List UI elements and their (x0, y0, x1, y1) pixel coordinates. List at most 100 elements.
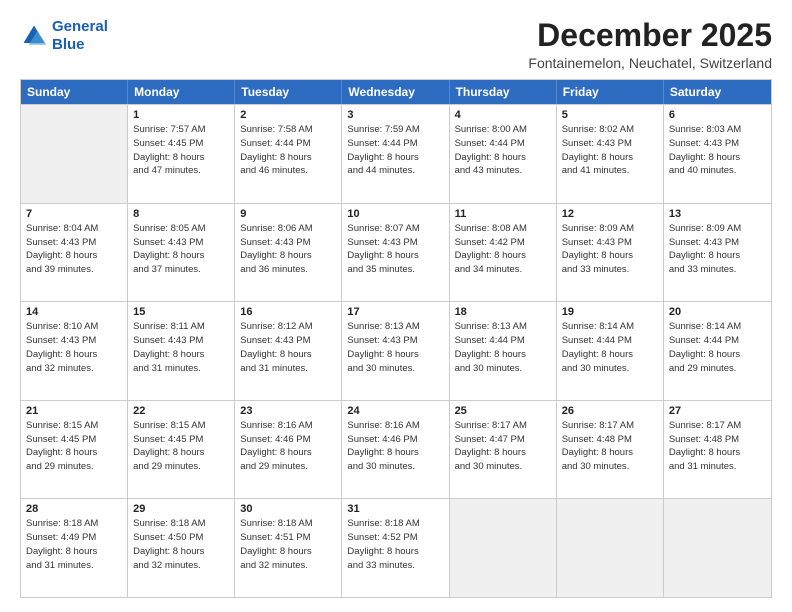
page: General Blue December 2025 Fontainemelon… (0, 0, 792, 612)
cal-cell: 14 Sunrise: 8:10 AM Sunset: 4:43 PM Dayli… (21, 302, 128, 400)
cal-cell: 26Sunrise: 8:17 AM Sunset: 4:48 PM Dayli… (557, 401, 664, 499)
header-day-saturday: Saturday (664, 80, 771, 104)
day-info: Sunrise: 8:09 AM Sunset: 4:43 PM Dayligh… (669, 222, 766, 277)
day-number: 6 (669, 109, 766, 121)
day-info: Sunrise: 8:08 AM Sunset: 4:42 PM Dayligh… (455, 222, 551, 277)
day-info: Sunrise: 8:18 AM Sunset: 4:49 PM Dayligh… (26, 517, 122, 572)
day-number: 4 (455, 109, 551, 121)
week-row-2: 7Sunrise: 8:04 AM Sunset: 4:43 PM Daylig… (21, 203, 771, 302)
cal-cell: 27Sunrise: 8:17 AM Sunset: 4:48 PM Dayli… (664, 401, 771, 499)
calendar: SundayMondayTuesdayWednesdayThursdayFrid… (20, 79, 772, 598)
day-info: Sunrise: 8:15 AM Sunset: 4:45 PM Dayligh… (133, 419, 229, 474)
title-block: December 2025 Fontainemelon, Neuchatel, … (528, 18, 772, 71)
day-number: 19 (562, 306, 658, 318)
cal-cell: 12Sunrise: 8:09 AM Sunset: 4:43 PM Dayli… (557, 204, 664, 302)
cal-cell: 23 Sunrise: 8:16 AM Sunset: 4:46 PM Dayli… (235, 401, 342, 499)
day-info: Sunrise: 8:00 AM Sunset: 4:44 PM Dayligh… (455, 123, 551, 178)
day-number: 21 (26, 405, 122, 417)
cal-cell: 25 Sunrise: 8:17 AM Sunset: 4:47 PM Dayli… (450, 401, 557, 499)
day-info: Sunrise: 8:05 AM Sunset: 4:43 PM Dayligh… (133, 222, 229, 277)
day-info: Sunrise: 8:17 AM Sunset: 4:48 PM Dayligh… (669, 419, 766, 474)
cal-cell: 6 Sunrise: 8:03 AM Sunset: 4:43 PM Daylig… (664, 105, 771, 203)
day-number: 20 (669, 306, 766, 318)
cal-cell: 4 Sunrise: 8:00 AM Sunset: 4:44 PM Daylig… (450, 105, 557, 203)
day-number: 10 (347, 208, 443, 220)
day-info: Sunrise: 8:15 AM Sunset: 4:45 PM Dayligh… (26, 419, 122, 474)
day-info: Sunrise: 8:10 AM Sunset: 4:43 PM Dayligh… (26, 320, 122, 375)
day-info: Sunrise: 8:18 AM Sunset: 4:52 PM Dayligh… (347, 517, 443, 572)
cal-cell: 17 Sunrise: 8:13 AM Sunset: 4:43 PM Dayli… (342, 302, 449, 400)
cal-cell: 21 Sunrise: 8:15 AM Sunset: 4:45 PM Dayli… (21, 401, 128, 499)
day-number: 12 (562, 208, 658, 220)
header-day-tuesday: Tuesday (235, 80, 342, 104)
day-info: Sunrise: 8:16 AM Sunset: 4:46 PM Dayligh… (347, 419, 443, 474)
day-number: 30 (240, 503, 336, 515)
cal-cell: 30Sunrise: 8:18 AM Sunset: 4:51 PM Dayli… (235, 499, 342, 597)
logo: General Blue (20, 18, 108, 54)
day-number: 1 (133, 109, 229, 121)
header: General Blue December 2025 Fontainemelon… (20, 18, 772, 71)
day-number: 22 (133, 405, 229, 417)
day-number: 13 (669, 208, 766, 220)
day-number: 16 (240, 306, 336, 318)
cal-cell: 8 Sunrise: 8:05 AM Sunset: 4:43 PM Daylig… (128, 204, 235, 302)
cal-cell: 5 Sunrise: 8:02 AM Sunset: 4:43 PM Daylig… (557, 105, 664, 203)
day-info: Sunrise: 7:57 AM Sunset: 4:45 PM Dayligh… (133, 123, 229, 178)
cal-cell: 29Sunrise: 8:18 AM Sunset: 4:50 PM Dayli… (128, 499, 235, 597)
cal-cell: 15Sunrise: 8:11 AM Sunset: 4:43 PM Dayli… (128, 302, 235, 400)
month-title: December 2025 (528, 18, 772, 53)
day-info: Sunrise: 8:12 AM Sunset: 4:43 PM Dayligh… (240, 320, 336, 375)
logo-line1: General (52, 18, 108, 35)
header-day-sunday: Sunday (21, 80, 128, 104)
day-number: 24 (347, 405, 443, 417)
calendar-body: 1 Sunrise: 7:57 AM Sunset: 4:45 PM Daylig… (21, 104, 771, 597)
day-info: Sunrise: 8:03 AM Sunset: 4:43 PM Dayligh… (669, 123, 766, 178)
day-number: 8 (133, 208, 229, 220)
day-info: Sunrise: 8:02 AM Sunset: 4:43 PM Dayligh… (562, 123, 658, 178)
day-info: Sunrise: 8:17 AM Sunset: 4:47 PM Dayligh… (455, 419, 551, 474)
cal-cell (450, 499, 557, 597)
cal-cell: 13 Sunrise: 8:09 AM Sunset: 4:43 PM Dayli… (664, 204, 771, 302)
day-number: 17 (347, 306, 443, 318)
week-row-3: 14 Sunrise: 8:10 AM Sunset: 4:43 PM Dayli… (21, 301, 771, 400)
day-number: 15 (133, 306, 229, 318)
cal-cell: 22 Sunrise: 8:15 AM Sunset: 4:45 PM Dayli… (128, 401, 235, 499)
day-info: Sunrise: 8:16 AM Sunset: 4:46 PM Dayligh… (240, 419, 336, 474)
day-number: 14 (26, 306, 122, 318)
day-number: 18 (455, 306, 551, 318)
day-number: 29 (133, 503, 229, 515)
day-info: Sunrise: 8:14 AM Sunset: 4:44 PM Dayligh… (669, 320, 766, 375)
day-number: 25 (455, 405, 551, 417)
day-info: Sunrise: 8:06 AM Sunset: 4:43 PM Dayligh… (240, 222, 336, 277)
day-number: 3 (347, 109, 443, 121)
logo-icon (20, 22, 48, 50)
header-day-thursday: Thursday (450, 80, 557, 104)
day-number: 9 (240, 208, 336, 220)
day-number: 11 (455, 208, 551, 220)
week-row-5: 28Sunrise: 8:18 AM Sunset: 4:49 PM Dayli… (21, 498, 771, 597)
day-number: 2 (240, 109, 336, 121)
day-info: Sunrise: 8:17 AM Sunset: 4:48 PM Dayligh… (562, 419, 658, 474)
header-day-monday: Monday (128, 80, 235, 104)
week-row-4: 21 Sunrise: 8:15 AM Sunset: 4:45 PM Dayli… (21, 400, 771, 499)
logo-text: General Blue (52, 18, 108, 54)
day-number: 7 (26, 208, 122, 220)
cal-cell: 7Sunrise: 8:04 AM Sunset: 4:43 PM Daylig… (21, 204, 128, 302)
calendar-header: SundayMondayTuesdayWednesdayThursdayFrid… (21, 80, 771, 104)
header-day-friday: Friday (557, 80, 664, 104)
cal-cell: 20 Sunrise: 8:14 AM Sunset: 4:44 PM Dayli… (664, 302, 771, 400)
day-number: 23 (240, 405, 336, 417)
week-row-1: 1 Sunrise: 7:57 AM Sunset: 4:45 PM Daylig… (21, 104, 771, 203)
cal-cell: 9 Sunrise: 8:06 AM Sunset: 4:43 PM Daylig… (235, 204, 342, 302)
day-number: 5 (562, 109, 658, 121)
cal-cell: 3 Sunrise: 7:59 AM Sunset: 4:44 PM Daylig… (342, 105, 449, 203)
header-day-wednesday: Wednesday (342, 80, 449, 104)
cal-cell (21, 105, 128, 203)
cal-cell: 16 Sunrise: 8:12 AM Sunset: 4:43 PM Dayli… (235, 302, 342, 400)
day-info: Sunrise: 8:13 AM Sunset: 4:43 PM Dayligh… (347, 320, 443, 375)
day-info: Sunrise: 7:59 AM Sunset: 4:44 PM Dayligh… (347, 123, 443, 178)
cal-cell: 24 Sunrise: 8:16 AM Sunset: 4:46 PM Dayli… (342, 401, 449, 499)
logo-line2: Blue (52, 36, 85, 53)
day-info: Sunrise: 8:07 AM Sunset: 4:43 PM Dayligh… (347, 222, 443, 277)
cal-cell: 2Sunrise: 7:58 AM Sunset: 4:44 PM Daylig… (235, 105, 342, 203)
